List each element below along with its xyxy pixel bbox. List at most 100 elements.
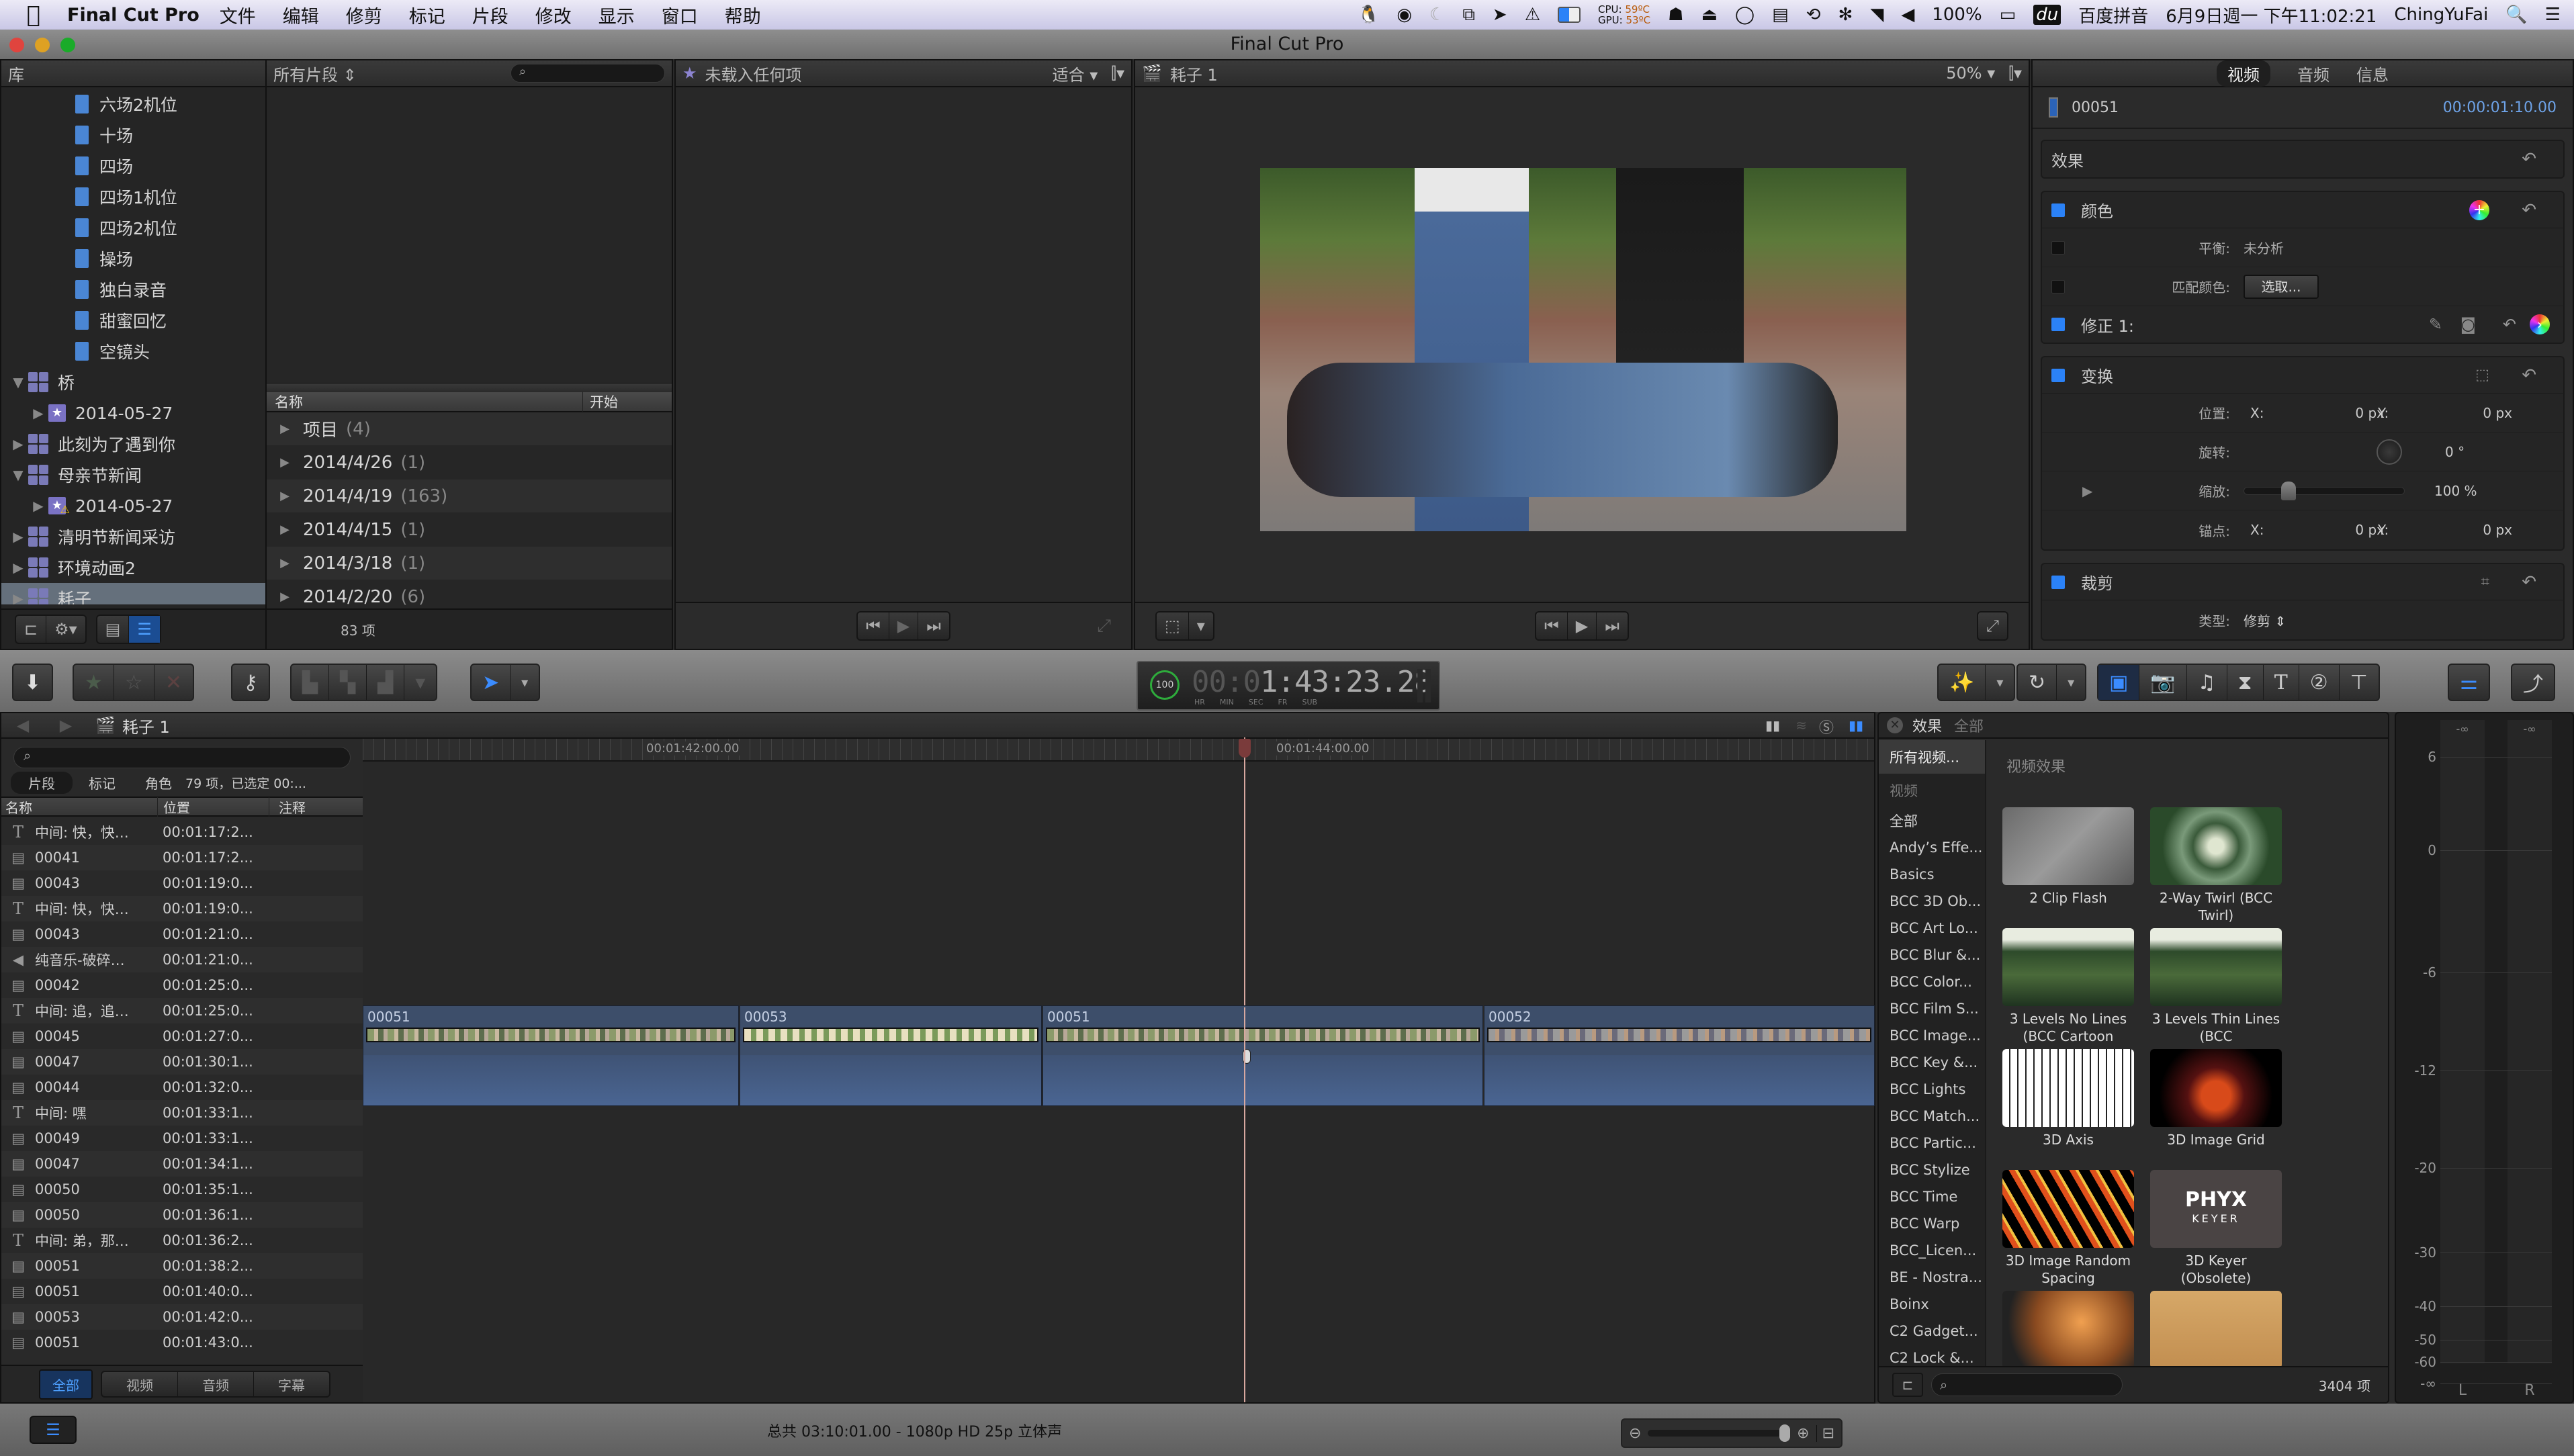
menu-view[interactable]: 显示 — [598, 2, 635, 28]
crop-type-select[interactable]: 修剪 ⇕ — [2244, 610, 2286, 630]
user-name[interactable]: ChingYuFai — [2394, 5, 2488, 25]
browser-search-field[interactable]: ⌕ — [511, 64, 665, 83]
viewer-go-to-end-button[interactable]: ⏭ — [1597, 612, 1628, 639]
snapping-button[interactable]: ▮▮ — [1849, 717, 1863, 733]
list-view-button[interactable]: ☰ — [129, 616, 160, 643]
share-button[interactable]: ⤴ — [2511, 664, 2555, 701]
anchor-y-field[interactable]: 0 px — [2438, 522, 2512, 538]
memory-icon[interactable]: ▤ — [1772, 5, 1789, 25]
effects-category[interactable]: 全部 — [1879, 807, 1985, 834]
go-to-end-button[interactable]: ⏭ — [918, 612, 949, 639]
disclosure-open-icon[interactable]: ▼ — [8, 374, 28, 390]
select-tool-button[interactable]: ➤ ▾ — [470, 664, 541, 701]
browser-group-row[interactable]: ▶ 2014/4/15 (1) — [267, 513, 672, 547]
clip-filter-select[interactable]: 所有片段 ⇕ — [273, 62, 357, 85]
effects-category[interactable]: C2 Lock &... — [1879, 1345, 1985, 1367]
index-row[interactable]: ▤ 00049 00:01:33:1... — [1, 1126, 363, 1151]
effects-category[interactable]: BCC_Licen... — [1879, 1237, 1985, 1264]
index-row[interactable]: T 中间: 快，快… 00:01:17:2... — [1, 819, 363, 845]
titles-browser-button[interactable]: T — [2264, 665, 2299, 700]
browser-group-row[interactable]: ▶ 2014/4/19 (163) — [267, 480, 672, 513]
effects-category[interactable]: BCC Partic... — [1879, 1130, 1985, 1156]
effects-reset-icon[interactable]: ↶ — [2522, 149, 2536, 169]
favorite-button[interactable]: ★ — [74, 665, 114, 700]
effects-category[interactable]: BE - Nostra... — [1879, 1264, 1985, 1291]
index-row[interactable]: T 中间: 弟，那… 00:01:36:2... — [1, 1228, 363, 1253]
background-task-progress[interactable]: 100 — [1150, 670, 1180, 700]
menu-trim[interactable]: 修剪 — [346, 2, 382, 28]
history-back-button[interactable]: ◀ — [1, 716, 44, 735]
transform-onscreen-icon[interactable]: ⬚ — [2475, 367, 2489, 383]
transitions-browser-button[interactable]: ⧗ — [2227, 665, 2264, 700]
apple-menu-icon[interactable]:  — [13, 1, 54, 28]
transform-enable-checkbox[interactable] — [2051, 368, 2065, 382]
col-name[interactable]: 名称 — [267, 392, 582, 412]
match-color-choose-button[interactable]: 选取... — [2244, 274, 2319, 299]
effects-category[interactable]: BCC Color... — [1879, 968, 1985, 995]
fullscreen-icon[interactable]: ⤢ — [1097, 616, 1111, 637]
index-row[interactable]: ▤ 00051 00:01:40:0... — [1, 1279, 363, 1304]
disclosure-closed-icon[interactable]: ▶ — [267, 590, 303, 604]
index-row[interactable]: ▤ 00042 00:01:25:0... — [1, 972, 363, 998]
input-method[interactable]: 百度拼音 — [2078, 3, 2148, 28]
index-row[interactable]: T 中间: 快，快… 00:01:19:0... — [1, 896, 363, 921]
effect-item[interactable]: 2-Way Twirl (BCC Twirl) — [2150, 807, 2282, 924]
tab-video[interactable]: 视频 — [2217, 60, 2270, 87]
library-item[interactable]: 空镜头 — [1, 336, 265, 367]
effects-category[interactable]: BCC Time — [1879, 1183, 1985, 1210]
event-viewer-zoom[interactable]: 适合 ▾ — [1053, 62, 1098, 85]
effects-browser-button[interactable]: ▣ — [2098, 665, 2140, 700]
qq-icon[interactable]: 🐧 — [1358, 5, 1379, 25]
zoom-out-icon[interactable]: ⊖ — [1629, 1425, 1641, 1442]
open-color-board-icon[interactable]: › — [2530, 314, 2550, 334]
index-row[interactable]: ▤ 00041 00:01:17:2... — [1, 845, 363, 870]
disclosure-closed-icon[interactable]: ▶ — [28, 498, 48, 514]
timeline-clip[interactable]: 00051 — [363, 1005, 739, 1106]
inspector-toggle-button[interactable]: ⚌ — [2448, 664, 2490, 701]
effect-item[interactable]: 3 Levels No Lines (BCC Cartoon — [2002, 928, 2134, 1045]
index-row[interactable]: ▤ 00051 00:01:43:0... — [1, 1330, 363, 1355]
filter-video-button[interactable]: 视频 — [102, 1372, 178, 1396]
filter-audio-button[interactable]: 音频 — [178, 1372, 254, 1396]
close-effects-icon[interactable]: ✕ — [1887, 717, 1903, 733]
effects-search-field[interactable]: ⌕ — [1931, 1373, 2123, 1396]
disclosure-closed-icon[interactable]: ▶ — [8, 559, 28, 576]
effects-category[interactable]: BCC 3D Ob... — [1879, 888, 1985, 915]
index-row[interactable]: ▤ 00047 00:01:34:1... — [1, 1151, 363, 1177]
disclosure-closed-icon[interactable]: ▶ — [267, 455, 303, 469]
volume-icon[interactable]: ◀ — [1901, 5, 1914, 25]
append-clip-button[interactable]: ▟ — [367, 665, 405, 700]
moon-icon[interactable]: ☾ — [1429, 5, 1445, 25]
timeline-clip[interactable]: 00052 — [1484, 1005, 1875, 1106]
effects-category[interactable]: BCC Warp — [1879, 1210, 1985, 1237]
solo-button[interactable]: Ⓢ — [1819, 716, 1834, 737]
playhead-handle[interactable] — [1239, 739, 1251, 758]
disclosure-closed-icon[interactable]: ▶ — [267, 556, 303, 570]
scale-slider-thumb[interactable] — [2281, 481, 2296, 500]
effect-item[interactable]: 3D Perspective Plugin — [2150, 1291, 2282, 1367]
timeline-clip[interactable]: 00051 — [1042, 1005, 1483, 1106]
menu-window[interactable]: 窗口 — [662, 2, 698, 28]
browser-group-row[interactable]: ▶ 2014/3/18 (1) — [267, 547, 672, 580]
scale-disclosure-icon[interactable]: ▶ — [2082, 483, 2092, 499]
generators-browser-button[interactable]: ② — [2299, 665, 2340, 700]
col-start[interactable]: 开始 — [582, 392, 618, 412]
index-row[interactable]: ▤ 00051 00:01:38:2... — [1, 1253, 363, 1279]
viewer-options[interactable]: ⫿▾ — [2008, 64, 2022, 83]
disclosure-closed-icon[interactable]: ▶ — [8, 590, 28, 604]
disclosure-open-icon[interactable]: ▼ — [8, 467, 28, 483]
color-reset-icon[interactable]: ↶ — [2522, 200, 2536, 220]
clip-appearance-button[interactable]: ▮▮ — [1765, 717, 1780, 733]
effect-item[interactable]: 3D Image Grid — [2150, 1049, 2282, 1148]
retime-button[interactable]: ↻ ▾ — [2016, 664, 2087, 701]
correction-checkbox[interactable] — [2051, 318, 2065, 331]
index-row[interactable]: ▤ 00047 00:01:30:1... — [1, 1049, 363, 1075]
effects-category[interactable]: BCC Blur &... — [1879, 942, 1985, 968]
menu-file[interactable]: 文件 — [220, 2, 256, 28]
index-tab-clips[interactable]: 片段 — [11, 771, 73, 794]
clip-height-icon[interactable]: ⊟ — [1816, 1424, 1834, 1442]
scale-slider[interactable] — [2244, 486, 2405, 495]
anchor-x-field[interactable]: 0 px — [2311, 522, 2385, 538]
menu-clip[interactable]: 片段 — [472, 2, 508, 28]
history-forward-button[interactable]: ▶ — [44, 716, 87, 735]
